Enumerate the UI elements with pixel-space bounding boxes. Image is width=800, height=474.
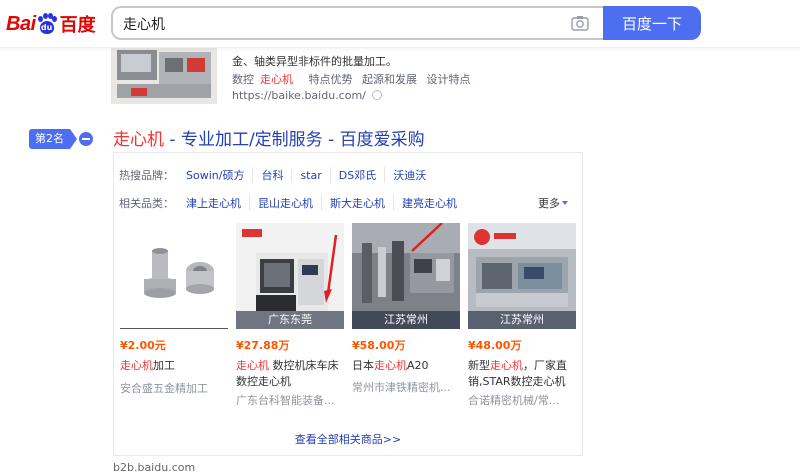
product-shop[interactable]: 常州市津铁精密机... — [352, 379, 460, 395]
image-underline — [120, 328, 228, 329]
product-name[interactable]: 走心机 数控机床车床 数控走心机 — [236, 358, 344, 390]
prev-link-2[interactable]: 特点优势 — [309, 73, 353, 86]
related-item[interactable]: 斯大走心机 — [321, 195, 393, 211]
hot-brands-list: Sowin/硕方 台科 star DS邓氏 沃迪沃 — [184, 167, 434, 183]
prev-result-thumbnail[interactable] — [111, 44, 217, 104]
brand-item[interactable]: DS邓氏 — [329, 167, 384, 183]
prev-link-1-kw: 走心机 — [260, 73, 293, 86]
related-item[interactable]: 建亮走心机 — [393, 195, 465, 211]
product-price: ¥58.00万 — [352, 339, 406, 352]
logo-latin: Bai — [6, 12, 36, 35]
rank-tail — [70, 129, 77, 149]
brand-item[interactable]: star — [291, 168, 329, 182]
related-item[interactable]: 津上走心机 — [184, 195, 249, 211]
rank-badge: 第2名 — [29, 129, 93, 149]
prev-result-url[interactable]: https://baike.baidu.com/ — [232, 89, 382, 102]
search-box — [111, 6, 603, 40]
name-kw: 走心机 — [120, 359, 153, 372]
prev-link-1-pre: 数控 — [232, 73, 254, 86]
product-card: 热搜品牌： Sowin/硕方 台科 star DS邓氏 沃迪沃 相关品类： 津上… — [113, 152, 583, 456]
product-image[interactable] — [120, 223, 228, 329]
name-rest: A20 — [407, 359, 429, 372]
product-location: 广东东莞 — [236, 311, 344, 329]
name-kw: 走心机 — [236, 359, 269, 372]
product-price: ¥27.88万 — [236, 339, 290, 352]
prev-link-3[interactable]: 起源和发展 — [362, 73, 417, 86]
hot-brands-label: 热搜品牌： — [119, 169, 174, 182]
paw-icon: du — [37, 13, 57, 35]
rank-info-icon[interactable] — [79, 132, 93, 146]
name-rest: 加工 — [153, 359, 175, 372]
search-button[interactable]: 百度一下 — [603, 6, 701, 40]
header-bar: Bai du 百度 百度一下 — [0, 0, 800, 48]
product-location: 江苏常州 — [468, 311, 576, 329]
product-shop[interactable]: 广东台科智能装备... — [236, 392, 344, 408]
title-keyword: 走心机 — [113, 130, 164, 150]
camera-icon[interactable] — [571, 15, 589, 31]
brand-item[interactable]: 沃迪沃 — [384, 167, 434, 183]
product-item-2[interactable]: 广东东莞 ¥27.88万 走心机 数控机床车床 数控走心机 广东台科智能装备..… — [236, 223, 344, 408]
product-name[interactable]: 日本走心机A20 — [352, 358, 460, 374]
view-all-link[interactable]: 查看全部相关商品>> — [114, 431, 582, 447]
logo-chinese: 百度 — [59, 15, 96, 36]
product-image[interactable]: 江苏常州 — [352, 223, 460, 329]
prev-link-4[interactable]: 设计特点 — [427, 73, 471, 86]
name-pre: 日本 — [352, 359, 374, 372]
product-price: ¥2.00元 — [120, 339, 166, 352]
product-location: 江苏常州 — [352, 311, 460, 329]
prev-link-1[interactable]: 数控 走心机 — [232, 73, 299, 86]
product-image[interactable]: 江苏常州 — [468, 223, 576, 329]
name-pre: 新型 — [468, 359, 490, 372]
product-price: ¥48.00万 — [468, 339, 522, 352]
more-dropdown[interactable]: 更多 — [538, 195, 568, 211]
product-shop[interactable]: 合诺精密机械/常... — [468, 392, 576, 408]
prev-result-links: 数控 走心机 特点优势 起源和发展 设计特点 — [232, 71, 477, 87]
baidu-logo[interactable]: Bai du 百度 — [6, 9, 96, 39]
product-name[interactable]: 走心机加工 — [120, 358, 228, 374]
prev-url-text: https://baike.baidu.com/ — [232, 89, 366, 102]
name-kw: 走心机 — [374, 359, 407, 372]
related-label: 相关品类： — [119, 197, 174, 210]
brand-item[interactable]: Sowin/硕方 — [184, 167, 252, 183]
search-input[interactable] — [123, 14, 553, 34]
product-name[interactable]: 新型走心机，厂家直销,STAR数控走心机 — [468, 358, 576, 390]
product-item-4[interactable]: 江苏常州 ¥48.00万 新型走心机，厂家直销,STAR数控走心机 合诺精密机械… — [468, 223, 576, 408]
brand-item[interactable]: 台科 — [252, 167, 291, 183]
product-shop[interactable]: 安合盛五金精加工 — [120, 380, 228, 396]
product-item-1[interactable]: ¥2.00元 走心机加工 安合盛五金精加工 — [120, 223, 228, 396]
chevron-down-icon — [562, 201, 568, 205]
product-image[interactable]: 广东东莞 — [236, 223, 344, 329]
more-label: 更多 — [538, 197, 560, 210]
result-title[interactable]: 走心机 - 专业加工/定制服务 - 百度爱采购 — [113, 125, 425, 150]
related-list: 津上走心机 昆山走心机 斯大走心机 建亮走心机 — [184, 195, 465, 211]
name-kw: 走心机 — [490, 359, 523, 372]
related-item[interactable]: 昆山走心机 — [249, 195, 321, 211]
info-icon[interactable] — [371, 90, 382, 100]
product-item-3[interactable]: 江苏常州 ¥58.00万 日本走心机A20 常州市津铁精密机... — [352, 223, 460, 395]
prev-result-snippet: 金、轴类异型非标件的批量加工。 — [232, 55, 397, 68]
rank-text: 第2名 — [29, 129, 70, 149]
logo-du: du — [40, 23, 53, 32]
title-rest: - 专业加工/定制服务 - 百度爱采购 — [164, 130, 425, 150]
